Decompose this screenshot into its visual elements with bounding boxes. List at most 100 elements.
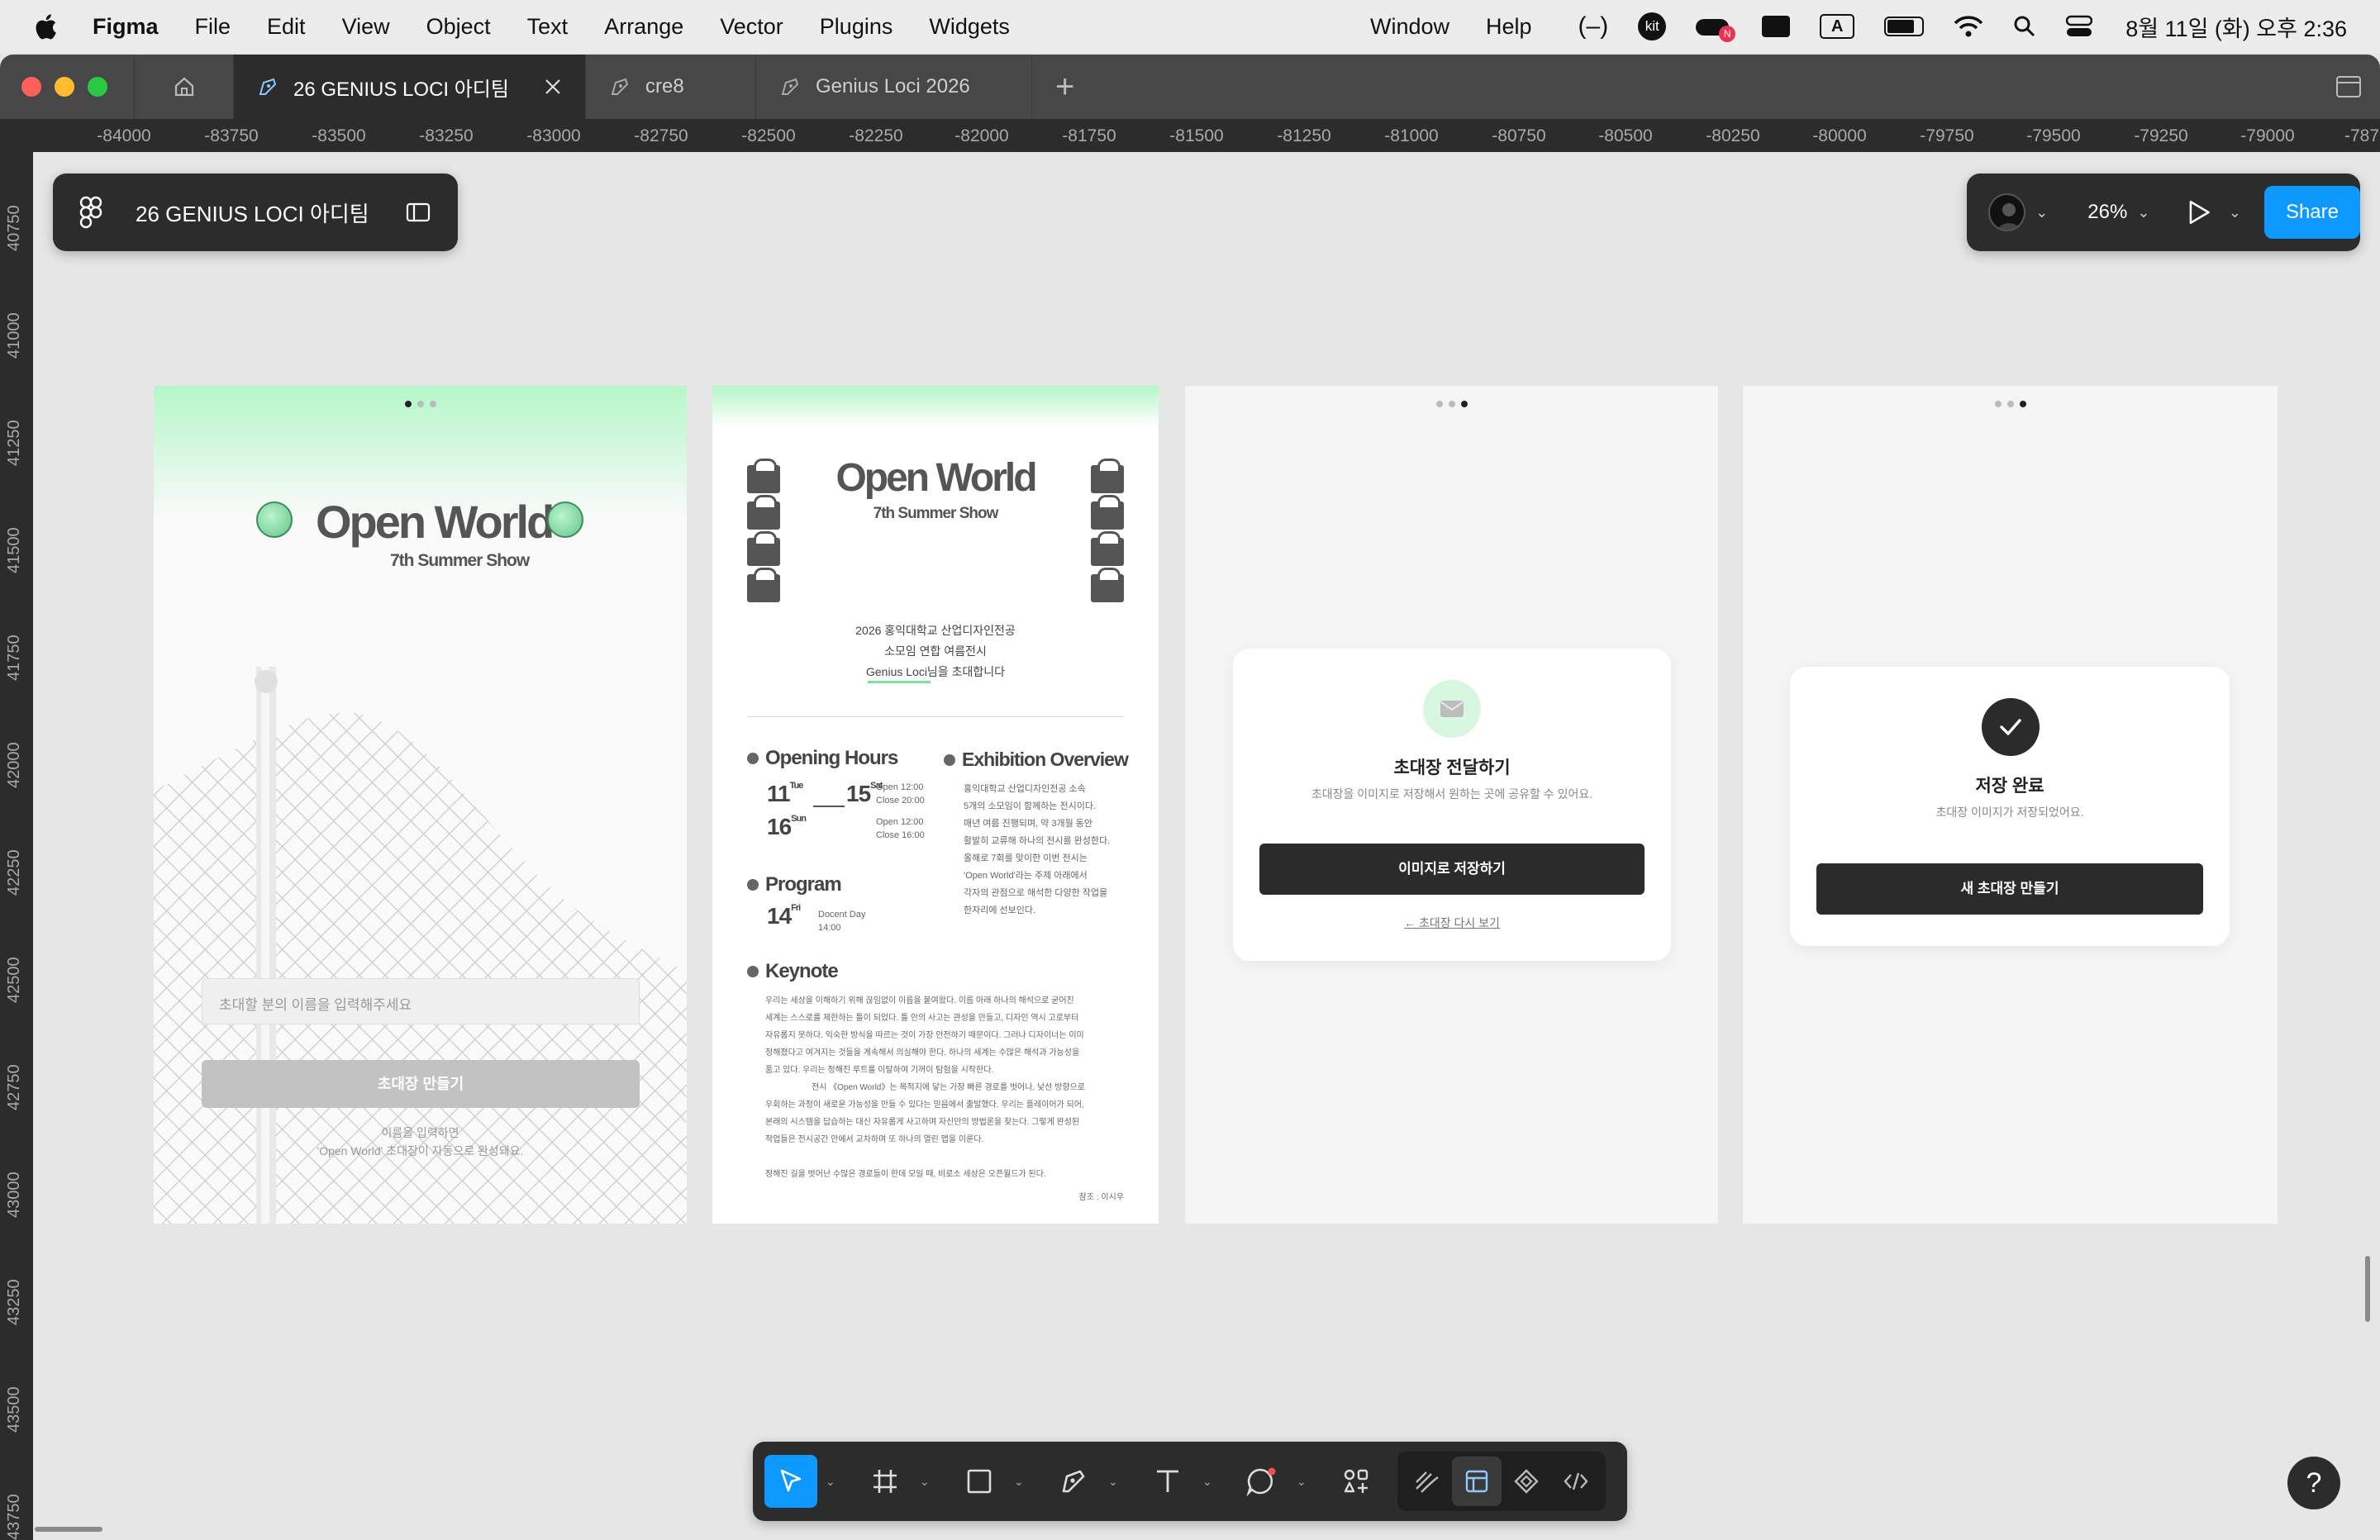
- page-indicator: [1435, 401, 1468, 407]
- tab-genius-loci-2026[interactable]: Genius Loci 2026: [754, 55, 1031, 119]
- share-button[interactable]: Share: [2263, 186, 2360, 239]
- menu-view[interactable]: View: [342, 14, 390, 40]
- ruler-tick: -81000: [1384, 126, 1439, 145]
- toggle-ui-icon[interactable]: [406, 202, 431, 222]
- menu-edit[interactable]: Edit: [267, 14, 306, 40]
- ruler-tick: -80000: [1812, 126, 1867, 145]
- rectangle-tool[interactable]: [953, 1455, 1006, 1508]
- ruler-tick: 42000: [5, 742, 23, 788]
- zoom-window-button[interactable]: [88, 77, 107, 97]
- chevron-down-icon[interactable]: ⌄: [2137, 204, 2149, 221]
- home-button[interactable]: [134, 55, 208, 119]
- file-name[interactable]: 26 GENIUS LOCI 아디팀: [136, 197, 369, 228]
- close-tab-icon[interactable]: [544, 78, 562, 96]
- menu-clock[interactable]: 8월 11일 (화) 오후 2:36: [2125, 11, 2347, 43]
- view-invite-again-link[interactable]: ← 초대장 다시 보기: [1233, 915, 1671, 931]
- input-source-icon[interactable]: A: [1820, 14, 1855, 39]
- ruler-tick: -80500: [1598, 126, 1653, 145]
- chevron-down-icon[interactable]: ⌄: [1194, 1475, 1235, 1489]
- comment-tool[interactable]: [1235, 1455, 1288, 1508]
- menu-arrange[interactable]: Arrange: [604, 14, 683, 40]
- kit-icon[interactable]: kit: [1638, 12, 1667, 40]
- wifi-icon[interactable]: [1954, 15, 1983, 38]
- chevron-down-icon[interactable]: ⌄: [1006, 1475, 1047, 1489]
- text-line: 활발히 교류해 하나의 전시를 완성한다.: [964, 836, 1111, 846]
- save-as-image-button[interactable]: 이미지로 저장하기: [1259, 844, 1645, 895]
- design-mode-button[interactable]: [1452, 1457, 1502, 1506]
- dev-mode-button[interactable]: [1551, 1457, 1601, 1506]
- battery-icon[interactable]: [1884, 17, 1925, 36]
- complete-card: 저장 완료 초대장 이미지가 저장되었어요. 새 초대장 만들기: [1790, 667, 2230, 946]
- menu-plugins[interactable]: Plugins: [820, 14, 893, 40]
- screen-record-icon[interactable]: [1762, 16, 1791, 37]
- chevron-down-icon[interactable]: ⌄: [1288, 1475, 1330, 1489]
- actions-tool[interactable]: [1330, 1455, 1383, 1508]
- menu-app-name[interactable]: Figma: [93, 14, 159, 40]
- intro-line: Genius Loci님을 초대합니다: [866, 665, 1005, 678]
- new-invite-button[interactable]: 새 초대장 만들기: [1816, 863, 2203, 915]
- frame-invitation-card[interactable]: Open World 7th Summer Show 2026 홍익대학교 산업…: [712, 386, 1159, 1224]
- text-tool[interactable]: [1141, 1455, 1194, 1508]
- horizontal-ruler: -84000 -83750 -83500 -83250 -83000 -8275…: [33, 119, 2380, 152]
- page-indicator: [1994, 401, 2026, 407]
- notification-badge: N: [1719, 26, 1736, 42]
- text-icon: [1157, 1470, 1178, 1492]
- help-button[interactable]: ?: [2287, 1457, 2340, 1509]
- design-file-icon: [611, 78, 629, 95]
- sidebar-toggle-icon[interactable]: [2335, 74, 2362, 99]
- docent: Docent Day 14:00: [818, 908, 865, 934]
- create-invite-button[interactable]: 초대장 만들기: [202, 1060, 640, 1108]
- menu-vector[interactable]: Vector: [720, 14, 783, 40]
- draw-mode-button[interactable]: [1402, 1457, 1452, 1506]
- file-name-panel: 26 GENIUS LOCI 아디팀: [53, 173, 458, 251]
- frame-invite-input[interactable]: Open World 7th Summer Show 초대할 분의 이름을 입력…: [154, 386, 687, 1224]
- present-play-icon[interactable]: [2187, 199, 2211, 226]
- intro-line: 2026 홍익대학교 산업디자인전공: [855, 624, 1016, 637]
- ruler-tick: -83750: [204, 126, 259, 145]
- text-line: 품고 있다. 우리는 정해진 루트를 이탈하여 기꺼이 탐험을 시작한다.: [765, 1066, 994, 1075]
- text-line: 전시 《Open World》는 목적지에 닿는 가장 빠른 경로를 벗어나, …: [812, 1083, 1085, 1092]
- zoom-level[interactable]: 26%: [2087, 201, 2127, 224]
- avatar[interactable]: [1988, 193, 2026, 231]
- focus-mode-icon[interactable]: (–): [1578, 12, 1609, 40]
- pen-tool[interactable]: [1047, 1455, 1100, 1508]
- bottom-toolbar: ⌄ ⌄ ⌄ ⌄ ⌄ ⌄: [753, 1442, 1627, 1521]
- vertical-scrollbar[interactable]: [2365, 1256, 2370, 1322]
- minimize-window-button[interactable]: [55, 77, 74, 97]
- text-line: 정해진 길을 벗어난 수많은 경로들이 한데 모일 때, 비로소 세상은 오픈월…: [765, 1170, 1046, 1179]
- menu-text[interactable]: Text: [527, 14, 569, 40]
- apple-icon[interactable]: [33, 12, 58, 40]
- close-window-button[interactable]: [21, 77, 41, 97]
- chevron-down-icon[interactable]: ⌄: [817, 1475, 859, 1489]
- menu-file[interactable]: File: [195, 14, 231, 40]
- menu-help[interactable]: Help: [1486, 14, 1532, 40]
- figma-logo-icon[interactable]: [79, 196, 102, 229]
- credit: 참조 : 이시우: [1078, 1193, 1124, 1202]
- chevron-down-icon[interactable]: ⌄: [912, 1475, 953, 1489]
- menu-window[interactable]: Window: [1370, 14, 1449, 40]
- tab-26-genius-loci[interactable]: 26 GENIUS LOCI 아디팀: [233, 55, 585, 119]
- move-tool[interactable]: [764, 1455, 817, 1508]
- chevron-down-icon[interactable]: ⌄: [1100, 1475, 1141, 1489]
- creative-cloud-icon[interactable]: N: [1696, 16, 1736, 42]
- chevron-down-icon[interactable]: ⌄: [2035, 204, 2048, 221]
- control-center-icon[interactable]: [2066, 15, 2093, 38]
- frame-save-complete[interactable]: 저장 완료 초대장 이미지가 저장되었어요. 새 초대장 만들기: [1743, 386, 2278, 1224]
- menu-widgets[interactable]: Widgets: [929, 14, 1010, 40]
- frame-share-invite[interactable]: 초대장 전달하기 초대장을 이미지로 저장해서 원하는 곳에 공유할 수 있어요…: [1185, 386, 1718, 1224]
- invitee-name-input[interactable]: 초대할 분의 이름을 입력해주세요: [202, 978, 640, 1024]
- new-tab-button[interactable]: +: [1031, 55, 1097, 119]
- hours: Open 12:00 Close 20:00: [876, 781, 925, 807]
- horizontal-scrollbar[interactable]: [35, 1527, 102, 1532]
- spotlight-search-icon[interactable]: [2013, 15, 2036, 38]
- docent-label: Docent Day: [818, 910, 866, 920]
- frame-tool[interactable]: [859, 1455, 912, 1508]
- text-line: 우회하는 과정이 새로운 가능성을 만들 수 있다는 믿음에서 출발했다. 우리…: [765, 1100, 1084, 1110]
- date-weekday: Fri: [791, 903, 801, 913]
- chevron-down-icon[interactable]: ⌄: [2229, 204, 2241, 221]
- opening-hours-heading: Opening Hours: [747, 747, 898, 770]
- prototype-mode-button[interactable]: [1502, 1457, 1551, 1506]
- menu-object[interactable]: Object: [426, 14, 491, 40]
- program-date: 14Fri: [767, 903, 801, 929]
- tab-cre8[interactable]: cre8: [584, 55, 755, 119]
